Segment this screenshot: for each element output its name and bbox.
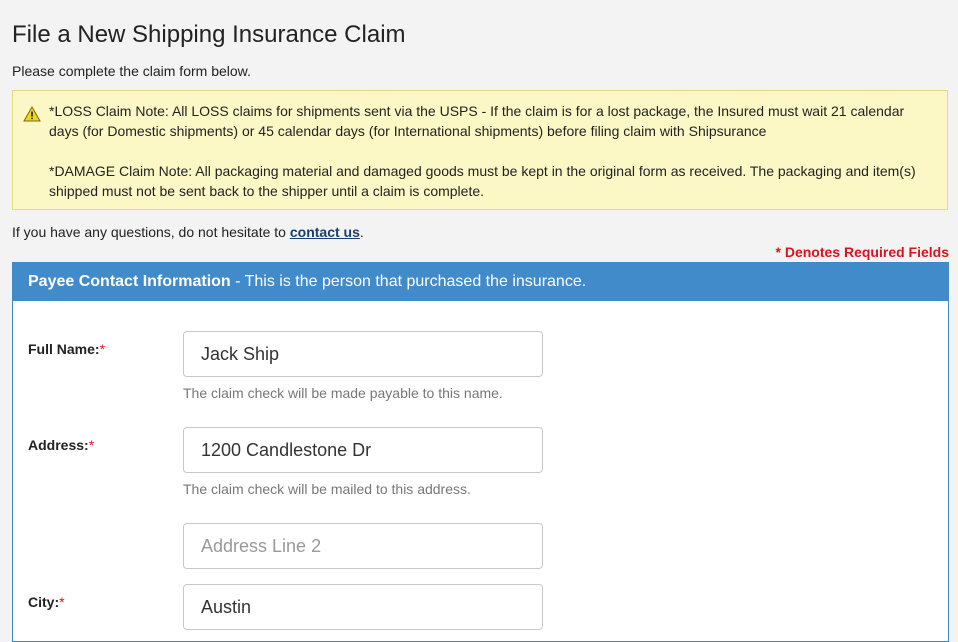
damage-claim-note: *DAMAGE Claim Note: All packaging materi… [49, 163, 916, 199]
questions-prefix: If you have any questions, do not hesita… [12, 224, 290, 240]
payee-contact-panel: Payee Contact Information - This is the … [12, 262, 949, 642]
full-name-input[interactable]: Jack Ship [183, 331, 543, 377]
address-label: Address:* [28, 437, 95, 453]
warning-icon [23, 106, 41, 122]
required-mark: * [99, 341, 106, 357]
required-mark: * [59, 594, 65, 610]
claim-notice-box: *LOSS Claim Note: All LOSS claims for sh… [12, 90, 948, 210]
questions-line: If you have any questions, do not hesita… [12, 224, 364, 240]
required-fields-note: * Denotes Required Fields [775, 244, 949, 260]
contact-us-link[interactable]: contact us [290, 224, 360, 240]
page-title: File a New Shipping Insurance Claim [12, 21, 406, 48]
loss-claim-note: *LOSS Claim Note: All LOSS claims for sh… [49, 103, 905, 139]
page-subtitle: Please complete the claim form below. [12, 63, 251, 79]
questions-suffix: . [359, 224, 364, 240]
panel-title: Payee Contact Information [28, 273, 231, 290]
panel-description: - This is the person that purchased the … [230, 273, 587, 290]
required-mark: * [88, 437, 95, 453]
city-input[interactable]: Austin [183, 584, 543, 630]
full-name-label: Full Name:* [28, 341, 106, 357]
address-input[interactable]: 1200 Candlestone Dr [183, 427, 543, 473]
panel-header: Payee Contact Information - This is the … [13, 263, 948, 301]
city-label: City:* [28, 594, 65, 610]
address-line-2-input[interactable]: Address Line 2 [183, 523, 543, 569]
full-name-help: The claim check will be made payable to … [183, 385, 503, 401]
address-help: The claim check will be mailed to this a… [183, 481, 471, 497]
